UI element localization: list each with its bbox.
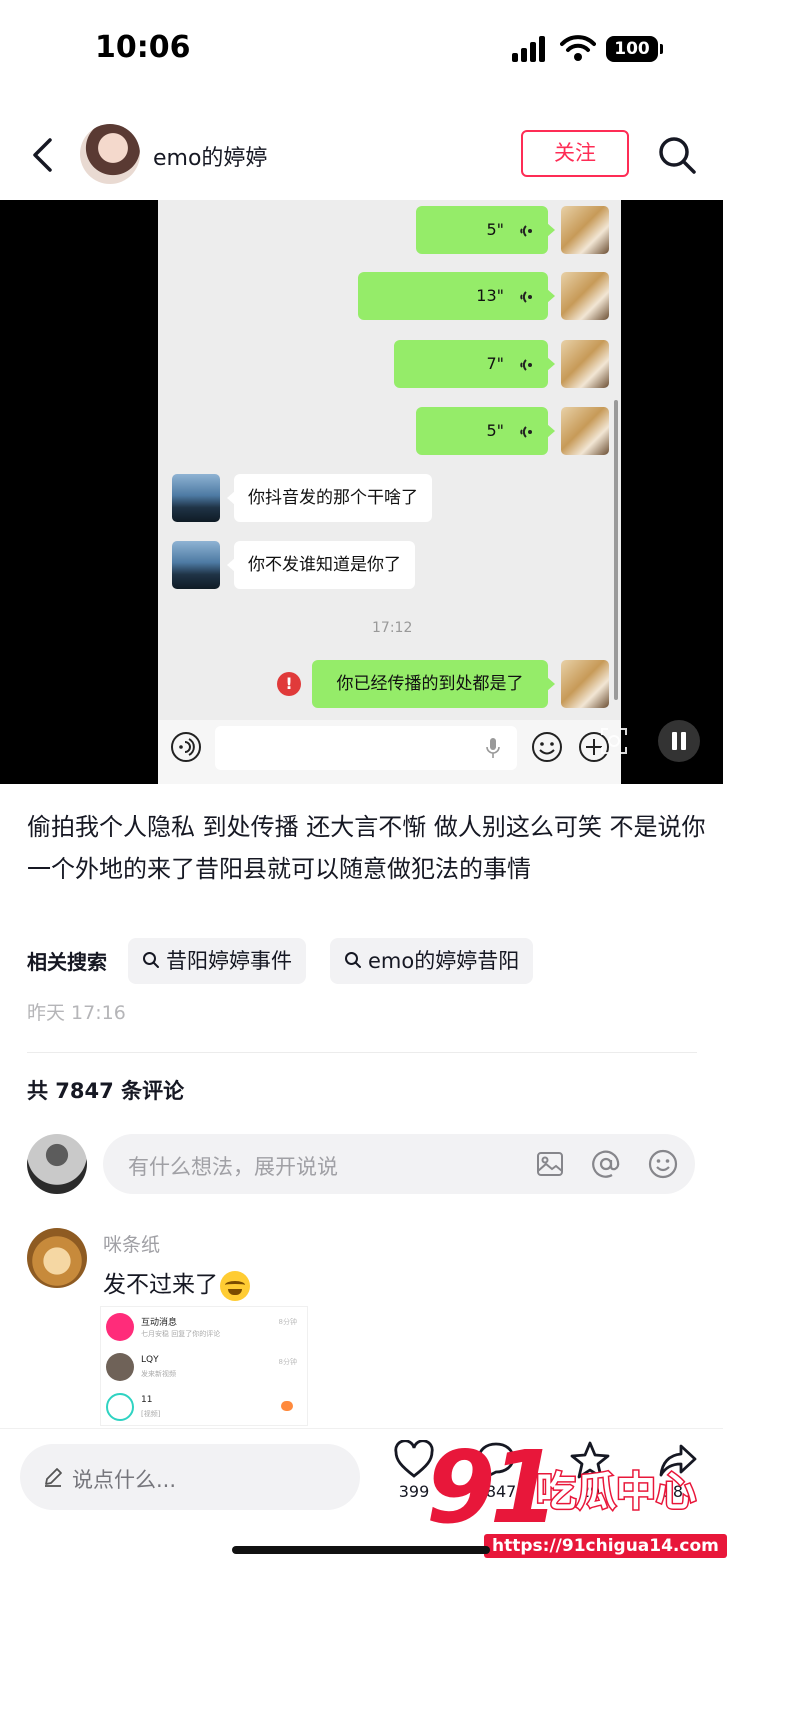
favorite-count: 29	[579, 1482, 601, 1501]
chat-time-divider: 17:12	[372, 620, 413, 636]
back-arrow-icon[interactable]	[26, 136, 60, 174]
comment-image[interactable]: 互动消息 七月安稳 回复了你的评论 8分钟 LQY 发来新视频 8分钟 11 […	[100, 1306, 308, 1426]
emoji-icon	[281, 1401, 293, 1411]
voice-wave-icon	[520, 290, 532, 303]
status-bar: 10:06 100	[0, 0, 723, 100]
commenter-name[interactable]: 咪条纸	[103, 1230, 160, 1257]
microphone-icon	[486, 738, 500, 758]
voice-wave-icon	[520, 425, 532, 438]
comment-button[interactable]: 7847	[466, 1440, 526, 1530]
crying-emoji-icon	[220, 1270, 250, 1301]
voice-wave-icon	[520, 358, 532, 371]
star-icon	[570, 1441, 610, 1479]
commenter-avatar[interactable]	[27, 1228, 87, 1288]
screen-capture-icon[interactable]	[599, 726, 629, 756]
my-chat-avatar	[561, 206, 609, 254]
like-count: 399	[398, 1482, 430, 1501]
author-avatar[interactable]	[80, 124, 140, 184]
image-row: 11 [视频]	[101, 1389, 307, 1425]
video-description: 偷拍我个人隐私 到处传播 还大言不惭 做人别这么可笑 不是说你一个外地的来了昔阳…	[27, 813, 706, 883]
related-search-chip[interactable]: emo的婷婷昔阳	[330, 938, 534, 984]
favorite-button[interactable]: 29	[560, 1440, 620, 1530]
comment-input-placeholder: 有什么想法，展开说说	[128, 1155, 338, 1179]
failed-message-bubble: 你已经传播的到处都是了	[312, 660, 555, 708]
related-search-chip[interactable]: 昔阳婷婷事件	[128, 938, 306, 984]
image-icon[interactable]	[534, 1148, 566, 1180]
share-button[interactable]: 383	[648, 1440, 708, 1530]
incoming-message: 你抖音发的那个干啥了	[227, 474, 432, 522]
chat-scrollbar	[614, 400, 618, 700]
my-chat-avatar	[561, 272, 609, 320]
my-chat-avatar	[561, 407, 609, 455]
voice-input-icon	[171, 732, 201, 762]
search-icon	[345, 952, 361, 968]
related-search-label: 相关搜索	[27, 950, 107, 974]
pencil-icon	[45, 1468, 62, 1487]
comment-input[interactable]: 有什么想法，展开说说	[103, 1134, 695, 1194]
search-icon	[143, 952, 159, 968]
emoji-icon	[532, 732, 562, 762]
search-icon[interactable]	[656, 134, 698, 176]
status-time: 10:06	[95, 30, 191, 65]
other-chat-avatar	[172, 474, 220, 522]
comment-count: 共 7847 条评论	[27, 1079, 185, 1103]
voice-message-bubble: 13"	[358, 272, 555, 320]
battery-icon: 100	[606, 36, 663, 62]
voice-message-bubble: 5"	[416, 407, 555, 455]
image-row: 互动消息 七月安稳 回复了你的评论 8分钟	[101, 1309, 307, 1345]
comment-count-bottom: 7847	[475, 1482, 517, 1501]
voice-message-bubble: 5"	[416, 206, 555, 254]
wifi-icon	[560, 35, 596, 61]
profile-header: emo的婷婷 关注	[0, 118, 723, 192]
send-failed-icon: !	[277, 672, 301, 696]
avatar	[106, 1393, 134, 1421]
my-avatar	[27, 1134, 87, 1194]
share-icon	[659, 1444, 697, 1477]
interaction-icon	[106, 1313, 134, 1341]
avatar	[106, 1353, 134, 1381]
share-count: 383	[662, 1482, 694, 1501]
comment-icon	[477, 1442, 515, 1480]
post-time: 昨天 17:16	[27, 1002, 126, 1024]
pause-button[interactable]	[658, 720, 700, 762]
image-row: LQY 发来新视频 8分钟	[101, 1349, 307, 1385]
divider	[27, 1052, 697, 1053]
home-indicator[interactable]	[232, 1546, 490, 1554]
say-something-placeholder: 说点什么...	[72, 1468, 177, 1492]
chat-text-field	[215, 726, 517, 770]
say-something-input[interactable]: 说点什么...	[20, 1444, 360, 1510]
emoji-icon[interactable]	[647, 1148, 679, 1180]
heart-icon	[394, 1440, 434, 1478]
at-mention-icon[interactable]	[590, 1148, 622, 1180]
other-chat-avatar	[172, 541, 220, 589]
my-chat-avatar	[561, 660, 609, 708]
signal-icon	[512, 36, 552, 62]
author-name[interactable]: emo的婷婷	[153, 140, 267, 172]
incoming-message: 你不发谁知道是你了	[227, 541, 415, 589]
voice-message-bubble: 7"	[394, 340, 555, 388]
like-button[interactable]: 399	[384, 1440, 444, 1530]
follow-button[interactable]: 关注	[521, 130, 629, 177]
voice-wave-icon	[520, 224, 532, 237]
my-chat-avatar	[561, 340, 609, 388]
comment-text: 发不过来了	[103, 1265, 250, 1301]
